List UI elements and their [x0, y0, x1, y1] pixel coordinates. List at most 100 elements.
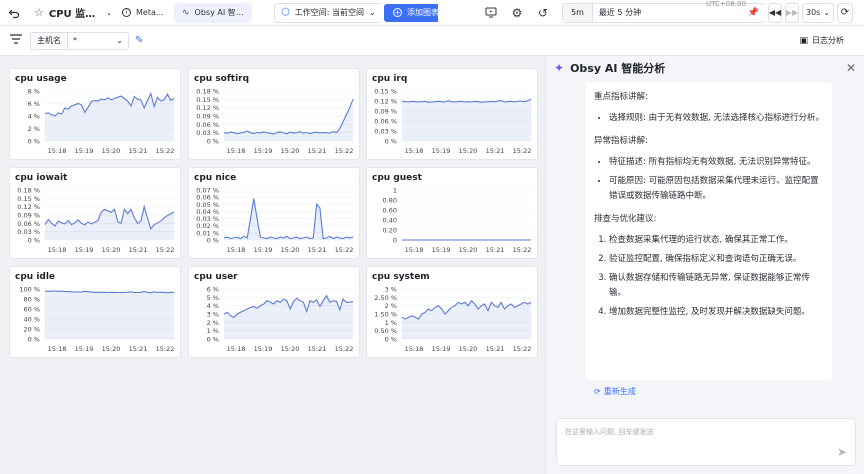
x-tick-label: 15:18: [405, 345, 424, 353]
y-tick-label: 4 %: [207, 302, 219, 310]
x-tick-label: 15:21: [308, 246, 327, 254]
log-icon: ▣: [799, 35, 808, 46]
fast-forward-icon[interactable]: ▶▶: [785, 2, 799, 23]
x-tick-label: 15:21: [129, 345, 148, 353]
panel-title: cpu user: [194, 272, 238, 282]
info-icon: i: [122, 8, 131, 17]
chart-panel-cpu-softirq[interactable]: 0.18 % 0.15 % 0.12 % 0.09 % 0.06 % 0.03 % 0 % 1…: [188, 68, 360, 160]
x-tick-label: 15:19: [75, 147, 94, 155]
y-tick-label: 1 %: [385, 319, 397, 327]
back-icon[interactable]: [4, 3, 24, 23]
x-tick-label: 15:18: [48, 147, 67, 155]
y-tick-label: 0.60: [383, 207, 397, 215]
chart-panel-cpu-irq[interactable]: 0.15 % 0.12 % 0.09 % 0.06 % 0.03 % 0 % 15:18 15…: [366, 68, 538, 160]
y-tick-label: 0.12 %: [374, 98, 397, 106]
hostname-filter-select[interactable]: * ⌄: [67, 31, 129, 50]
add-chart-button[interactable]: + 添加图表: [384, 3, 438, 22]
x-tick-label: 15:18: [48, 345, 67, 353]
series-area: [224, 198, 353, 240]
x-tick-label: 15:19: [75, 345, 94, 353]
y-tick-label: 0.06 %: [196, 121, 219, 129]
refresh-icon[interactable]: ⟳: [837, 2, 853, 23]
series-area: [224, 99, 353, 141]
y-tick-label: 0.09 %: [196, 113, 219, 121]
y-tick-label: 0.09 %: [17, 212, 40, 220]
regenerate-label: 重新生成: [603, 387, 636, 396]
rewind-icon[interactable]: ◀◀: [768, 2, 782, 23]
y-tick-label: 0: [393, 237, 397, 245]
dashboard-title-dropdown[interactable]: ☆ CPU 监… ⌄: [28, 0, 110, 26]
close-icon[interactable]: ✕: [846, 61, 856, 75]
send-icon[interactable]: ➤: [837, 445, 847, 459]
y-tick-label: 0 %: [28, 336, 40, 344]
list-item: 选择规则: 由于无有效数据, 无法选择核心指标进行分析。: [609, 111, 824, 126]
gear-icon[interactable]: ⚙: [506, 3, 528, 23]
series-area: [45, 291, 174, 339]
y-tick-label: 0.03 %: [196, 129, 219, 137]
x-tick-label: 15:18: [405, 147, 424, 155]
x-tick-label: 15:21: [129, 147, 148, 155]
y-tick-label: 0.09 %: [374, 108, 397, 116]
list-item: 可能原因: 可能原因包括数据采集代理未运行、监控配置错误或数据传输链路中断。: [609, 174, 824, 204]
tab-metadata[interactable]: i Meta…: [114, 3, 170, 23]
chart-panel-cpu-guest[interactable]: 1 0.80 0.60 0.40 0.20 0 15:18 15:19 15:20 15:21 15…: [366, 167, 538, 259]
panel-title: cpu softirq: [194, 74, 250, 84]
chart-panel-cpu-user[interactable]: 6 % 5 % 4 % 3 % 2 % 1 % 0 % 15:18 15:19 15:20 15:2…: [188, 266, 360, 358]
y-tick-label: 3 %: [207, 311, 219, 319]
x-tick-label: 15:20: [102, 246, 121, 254]
x-tick-label: 15:20: [281, 345, 300, 353]
x-tick-label: 15:19: [254, 345, 273, 353]
x-tick-label: 15:18: [227, 147, 246, 155]
chart-panel-cpu-system[interactable]: 3 % 2.50 % 2 % 1.50 % 1 % 0.50 % 0 % 15:18 15:19…: [366, 266, 538, 358]
refresh-interval-label: 30s: [806, 8, 821, 17]
refresh-icon: ⟳: [594, 387, 601, 396]
timezone-label: UTC+08:00: [706, 0, 746, 8]
pin-icon[interactable]: 📌: [743, 8, 764, 18]
chart-panel-cpu-usage[interactable]: 8 % 6 % 4 % 2 % 0 % 15:18 15:19 15:20 15:21 15:22…: [9, 68, 181, 160]
list-item: 验证监控配置, 确保指标定义和查询语句正确无误。: [609, 252, 824, 267]
y-tick-label: 0.03 %: [17, 228, 40, 236]
star-icon[interactable]: ☆: [34, 6, 44, 19]
interval-label[interactable]: 5m: [563, 3, 593, 22]
y-tick-label: 0.12 %: [196, 104, 219, 112]
ai-analysis-panel: ✦ Obsy AI 智能分析 ✕ 重点指标讲解: 选择规则: 由于无有效数据, …: [545, 56, 864, 474]
y-tick-label: 0.03 %: [374, 128, 397, 136]
time-range-label[interactable]: 最近 5 分钟: [593, 7, 743, 18]
chevron-down-icon: ⌄: [116, 36, 123, 45]
y-tick-label: 6 %: [28, 100, 40, 108]
edit-icon[interactable]: ✎: [135, 35, 143, 46]
y-tick-label: 40 %: [23, 316, 40, 324]
x-tick-label: 15:22: [513, 345, 532, 353]
question-input[interactable]: 在这里输入问题, 回车键发送 ➤: [556, 418, 856, 466]
ai-response-card: 重点指标讲解: 选择规则: 由于无有效数据, 无法选择核心指标进行分析。 异常指…: [586, 82, 832, 380]
y-tick-label: 0 %: [385, 336, 397, 344]
list-item: 确认数据存储和传输链路无异常, 保证数据能够正常传输。: [609, 271, 824, 301]
filter-icon[interactable]: [10, 34, 22, 47]
refresh-interval-select[interactable]: 30s ⌄: [802, 2, 834, 23]
x-tick-label: 15:22: [335, 246, 354, 254]
ai-analysis-icon: ∿: [182, 7, 190, 18]
chevron-down-icon: ⌄: [823, 8, 830, 17]
regenerate-button[interactable]: ⟳ 重新生成: [594, 386, 636, 397]
chart-panel-cpu-nice[interactable]: 0.07 % 0.06 % 0.05 % 0.04 % 0.03 % 0.02 % 0.01…: [188, 167, 360, 259]
workspace-select[interactable]: ⬡ 工作空间: 当前空间 ⌄: [274, 2, 380, 23]
y-tick-label: 5 %: [207, 294, 219, 302]
panel-title: cpu iowait: [15, 173, 68, 183]
x-tick-label: 15:22: [156, 147, 175, 155]
x-tick-label: 15:19: [432, 246, 451, 254]
x-tick-label: 15:22: [335, 345, 354, 353]
x-tick-label: 15:22: [513, 246, 532, 254]
log-analysis-button[interactable]: ▣ 日志分析: [799, 35, 844, 46]
screen-icon[interactable]: [480, 3, 502, 23]
series-area: [402, 99, 531, 141]
y-tick-label: 0.15 %: [17, 195, 40, 203]
y-tick-label: 1: [393, 187, 397, 195]
section-heading: 排查与优化建议:: [594, 214, 657, 224]
x-tick-label: 15:21: [486, 246, 505, 254]
x-tick-label: 15:22: [156, 246, 175, 254]
y-tick-label: 80 %: [23, 296, 40, 304]
chart-panel-cpu-idle[interactable]: 100 % 80 % 60 % 40 % 20 % 0 % 15:18 15:19 15:20 1…: [9, 266, 181, 358]
history-icon[interactable]: ↺: [532, 3, 554, 23]
chart-panel-cpu-iowait[interactable]: 0.18 % 0.15 % 0.12 % 0.09 % 0.06 % 0.03 % 0 % 1…: [9, 167, 181, 259]
tab-obsy-ai[interactable]: ∿ Obsy AI 智…: [174, 2, 252, 23]
